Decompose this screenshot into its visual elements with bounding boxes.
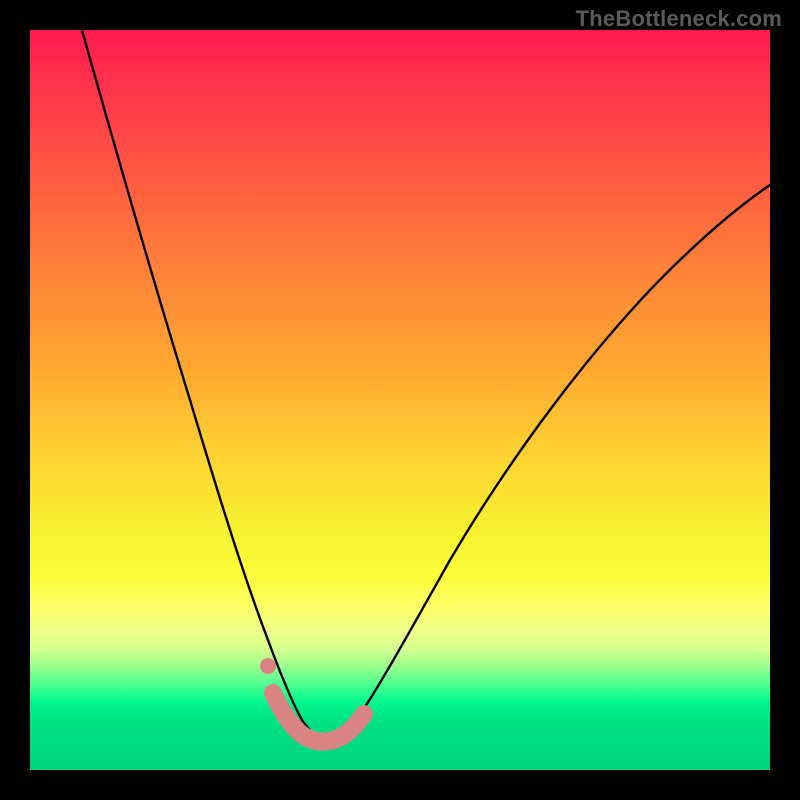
optimal-zone-highlight: [273, 693, 364, 742]
plot-area: [30, 30, 770, 770]
chart-container: TheBottleneck.com: [0, 0, 800, 800]
attribution-text: TheBottleneck.com: [576, 6, 782, 32]
chart-svg: [30, 30, 770, 770]
outlier-dot: [260, 658, 276, 674]
bottleneck-curve: [82, 30, 770, 740]
